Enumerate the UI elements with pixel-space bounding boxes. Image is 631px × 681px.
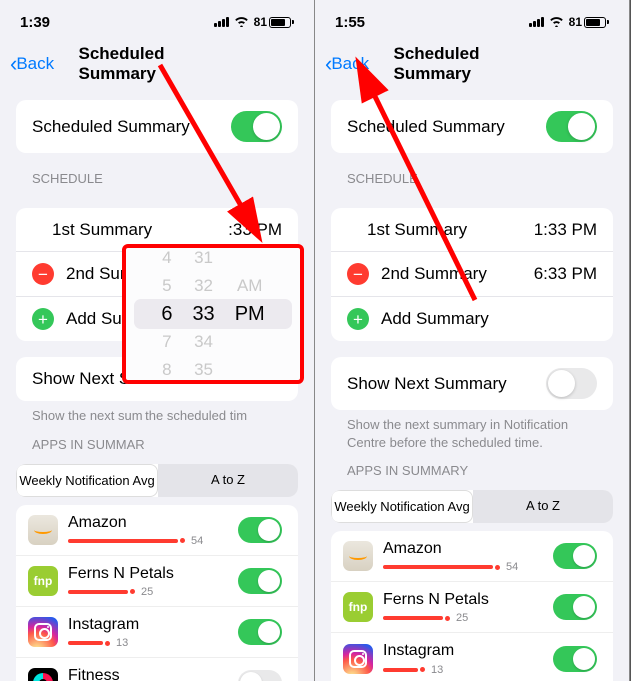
back-label: Back bbox=[331, 54, 369, 74]
app-name: Amazon bbox=[68, 513, 228, 532]
show-next-footer: Show the next sum the scheduled tim bbox=[16, 401, 298, 425]
summary-time[interactable]: 6:33 PM bbox=[534, 264, 597, 284]
app-name: Ferns N Petals bbox=[383, 590, 543, 609]
app-name: Ferns N Petals bbox=[68, 564, 228, 583]
battery-icon: 81 bbox=[254, 15, 294, 29]
clock: 1:55 bbox=[335, 14, 365, 31]
app-row-ig: Instagram 13 bbox=[16, 607, 298, 658]
notification-bar: 54 bbox=[68, 535, 228, 547]
signal-icon bbox=[529, 17, 544, 27]
show-next-toggle[interactable] bbox=[546, 368, 597, 399]
toggle-label: Scheduled Summary bbox=[347, 117, 505, 137]
page-title: Scheduled Summary bbox=[79, 44, 236, 84]
notification-bar: 25 bbox=[68, 586, 228, 598]
nav-bar: ‹ Back Scheduled Summary bbox=[315, 44, 629, 84]
phone-left: 1:39 81 ‹ Back Scheduled Summary Schedul… bbox=[0, 0, 315, 681]
time-picker[interactable]: 4 5 6 7 8 31 32 33 34 35 AM PM X bbox=[122, 244, 304, 384]
status-bar: 1:39 81 bbox=[0, 0, 314, 44]
schedule-header: SCHEDULE bbox=[331, 153, 613, 192]
schedule-header: SCHEDULE bbox=[16, 153, 298, 192]
page-title: Scheduled Summary bbox=[394, 44, 551, 84]
signal-icon bbox=[214, 17, 229, 27]
back-button[interactable]: ‹ Back bbox=[10, 53, 54, 75]
app-row-ig: Instagram 13 bbox=[331, 633, 613, 681]
notification-bar: 25 bbox=[383, 612, 543, 624]
app-toggle[interactable] bbox=[553, 543, 597, 569]
apps-header: APPS IN SUMMARY bbox=[331, 451, 613, 484]
picker-ampm-col[interactable]: AM PM X bbox=[235, 244, 265, 384]
app-row-fnp: fnpFerns N Petals25 bbox=[331, 582, 613, 633]
app-row-fit: Fitness11 bbox=[16, 658, 298, 681]
scheduled-summary-toggle[interactable] bbox=[231, 111, 282, 142]
app-toggle[interactable] bbox=[553, 646, 597, 672]
remove-icon[interactable]: − bbox=[347, 263, 369, 285]
summary-label: 1st Summary bbox=[347, 220, 467, 240]
tab-weekly-avg[interactable]: Weekly Notification Avg bbox=[16, 464, 158, 497]
scheduled-summary-toggle-row: Scheduled Summary bbox=[16, 100, 298, 153]
picker-hour-col[interactable]: 4 5 6 7 8 bbox=[161, 244, 172, 384]
tab-a-to-z[interactable]: A to Z bbox=[158, 464, 298, 497]
notification-bar: 13 bbox=[383, 664, 543, 676]
add-summary-label: Add Summary bbox=[381, 309, 489, 329]
tab-weekly-avg[interactable]: Weekly Notification Avg bbox=[331, 490, 473, 523]
toggle-label: Scheduled Summary bbox=[32, 117, 190, 137]
app-name: Instagram bbox=[68, 615, 228, 634]
nav-bar: ‹ Back Scheduled Summary bbox=[0, 44, 314, 84]
back-button[interactable]: ‹ Back bbox=[325, 53, 369, 75]
app-toggle[interactable] bbox=[553, 594, 597, 620]
scheduled-summary-toggle[interactable] bbox=[546, 111, 597, 142]
summary-label: 1st Summary bbox=[32, 220, 152, 240]
sort-tabs: Weekly Notification Avg A to Z bbox=[331, 490, 613, 523]
app-name: Instagram bbox=[383, 641, 543, 660]
battery-icon: 81 bbox=[569, 15, 609, 29]
summary-time[interactable]: :33 PM bbox=[228, 220, 282, 240]
picker-min-col[interactable]: 31 32 33 34 35 bbox=[192, 244, 214, 384]
clock: 1:39 bbox=[20, 14, 50, 31]
show-next-label: Show Next Summary bbox=[347, 374, 507, 394]
phone-right: 1:55 81 ‹ Back Scheduled Summary Schedul… bbox=[315, 0, 630, 681]
summary-label: 2nd Summary bbox=[381, 264, 487, 284]
scheduled-summary-toggle-row: Scheduled Summary bbox=[331, 100, 613, 153]
add-icon[interactable]: + bbox=[347, 308, 369, 330]
back-label: Back bbox=[16, 54, 54, 74]
summary-time[interactable]: 1:33 PM bbox=[534, 220, 597, 240]
show-next-summary-row: Show Next Summary bbox=[331, 357, 613, 410]
summary-row-1[interactable]: 1st Summary 1:33 PM bbox=[331, 208, 613, 252]
show-next-footer: Show the next summary in Notification Ce… bbox=[331, 410, 613, 451]
apps-header: APPS IN SUMMAR bbox=[16, 425, 298, 458]
app-row-amazon: Amazon 54 bbox=[16, 505, 298, 556]
notification-bar: 54 bbox=[383, 561, 543, 573]
wifi-icon bbox=[549, 14, 564, 30]
remove-icon[interactable]: − bbox=[32, 263, 54, 285]
status-bar: 1:55 81 bbox=[315, 0, 629, 44]
app-list: Amazon54fnpFerns N Petals25Instagram13Fi… bbox=[16, 505, 298, 681]
app-row-fnp: fnpFerns N Petals25 bbox=[16, 556, 298, 607]
notification-bar: 13 bbox=[68, 637, 228, 649]
app-name: Fitness bbox=[68, 666, 228, 681]
app-toggle[interactable] bbox=[238, 517, 282, 543]
sort-tabs: Weekly Notification Avg A to Z bbox=[16, 464, 298, 497]
app-row-amazon: Amazon 54 bbox=[331, 531, 613, 582]
app-list: Amazon54fnpFerns N Petals25Instagram13Fi… bbox=[331, 531, 613, 681]
add-summary-row[interactable]: + Add Summary bbox=[331, 297, 613, 341]
app-toggle[interactable] bbox=[238, 670, 282, 681]
tab-a-to-z[interactable]: A to Z bbox=[473, 490, 613, 523]
summary-row-2[interactable]: − 2nd Summary 6:33 PM bbox=[331, 252, 613, 297]
app-toggle[interactable] bbox=[238, 568, 282, 594]
app-name: Amazon bbox=[383, 539, 543, 558]
app-toggle[interactable] bbox=[238, 619, 282, 645]
add-icon[interactable]: + bbox=[32, 308, 54, 330]
wifi-icon bbox=[234, 14, 249, 30]
